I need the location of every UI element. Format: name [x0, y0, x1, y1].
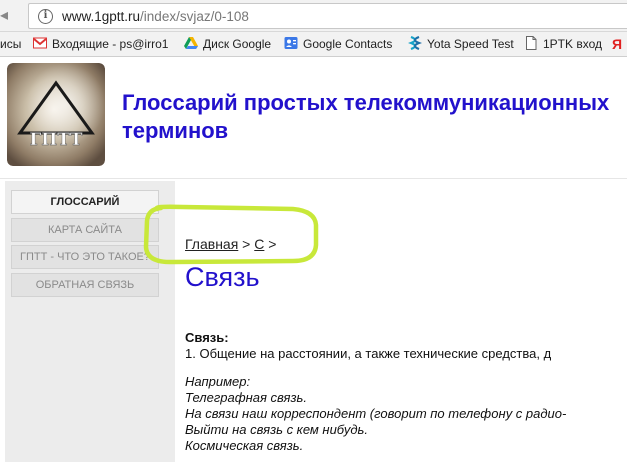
bookmark-google-drive[interactable]: Диск Google	[184, 36, 271, 53]
breadcrumb-separator: >	[264, 236, 277, 252]
examples-block: Например: Телеграфная связь. На связи на…	[185, 374, 627, 454]
yota-icon	[408, 36, 422, 50]
url-host: www.1gptt.ru	[62, 9, 141, 24]
bookmark-google-contacts[interactable]: Google Contacts	[284, 36, 392, 53]
logo-text: ГПТТ	[29, 130, 82, 150]
breadcrumb-home-link[interactable]: Главная	[185, 236, 238, 252]
browser-toolbar: ◂ i www.1gptt.ru/index/svjaz/0-108	[0, 0, 627, 32]
example-line: Телеграфная связь.	[185, 390, 307, 405]
sidebar-item-feedback[interactable]: ОБРАТНАЯ СВЯЗЬ	[11, 273, 159, 297]
bookmark-gmail[interactable]: Входящие - ps@irro1	[33, 36, 168, 53]
gmail-icon	[33, 37, 47, 49]
logo-image: ГПТТ	[7, 63, 105, 166]
page-icon	[526, 36, 537, 50]
example-line: Выйти на связь с кем нибудь.	[185, 422, 368, 437]
url-text[interactable]: www.1gptt.ru/index/svjaz/0-108	[62, 9, 249, 24]
google-drive-icon	[184, 37, 198, 49]
bookmark-yandex[interactable]: Я	[612, 36, 622, 53]
breadcrumb-letter-link[interactable]: С	[254, 236, 264, 252]
bookmark-item[interactable]: исы	[0, 36, 21, 53]
header-divider	[0, 178, 627, 179]
sidebar-item-sitemap[interactable]: КАРТА САЙТА	[11, 218, 159, 242]
address-bar[interactable]: i www.1gptt.ru/index/svjaz/0-108	[28, 3, 627, 29]
site-title[interactable]: Глоссарий простых телекоммуникационных т…	[122, 89, 622, 145]
example-line: Космическая связь.	[185, 438, 304, 453]
bookmark-1ptk[interactable]: 1PTK вход	[524, 36, 602, 53]
url-path: /index/svjaz/0-108	[140, 9, 249, 24]
back-arrow-icon[interactable]: ◂	[0, 6, 12, 26]
sidebar-item-glossary[interactable]: ГЛОССАРИЙ	[11, 190, 159, 214]
article: Связь: 1. Общение на расстоянии, а также…	[185, 330, 627, 454]
example-line: На связи наш корреспондент (говорит по т…	[185, 406, 567, 421]
term-definition: 1. Общение на расстоянии, а также технич…	[185, 346, 552, 361]
example-line: Например:	[185, 374, 251, 389]
page-title: Связь	[185, 262, 260, 292]
yandex-icon: Я	[612, 36, 623, 52]
bookmarks-bar: исы Входящие - ps@irro1 Диск Google Goog…	[0, 32, 627, 57]
site-info-icon[interactable]: i	[38, 9, 53, 24]
site-logo[interactable]: ГПТТ	[7, 63, 105, 166]
contacts-icon	[284, 37, 298, 49]
breadcrumb: Главная > С >	[185, 236, 276, 252]
term-heading: Связь:	[185, 330, 229, 345]
breadcrumb-separator: >	[238, 236, 255, 252]
sidebar-item-about[interactable]: ГПТТ - ЧТО ЭТО ТАКОЕ?	[11, 245, 159, 269]
sidebar: ГЛОССАРИЙ КАРТА САЙТА ГПТТ - ЧТО ЭТО ТАК…	[5, 181, 175, 462]
bookmark-yota-speed-test[interactable]: Yota Speed Test	[408, 36, 514, 53]
